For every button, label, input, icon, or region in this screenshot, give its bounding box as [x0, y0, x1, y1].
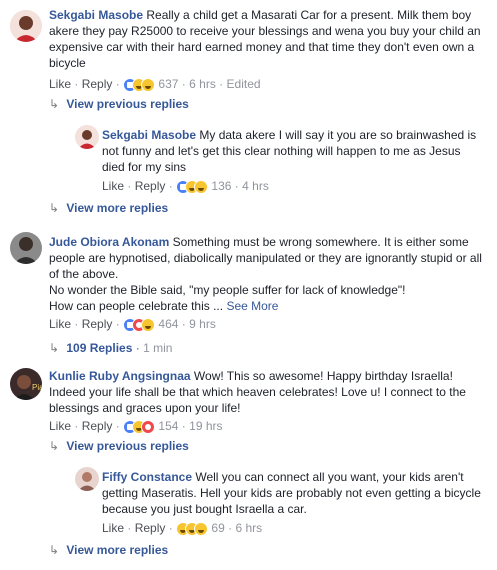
view-previous-replies-link[interactable]: ↳ View previous replies	[49, 438, 189, 454]
comment-body: Kunlie Ruby Angsingnaa Wow! This so awes…	[49, 368, 489, 416]
comment-author[interactable]: Sekgabi Masobe	[102, 128, 196, 142]
reaction-count[interactable]: 154	[158, 419, 178, 433]
comment-actions: Like · Reply · 154 · 19 hrs	[49, 419, 223, 434]
reply-button[interactable]: Reply	[82, 419, 113, 433]
avatar[interactable]	[75, 467, 99, 491]
comment-author[interactable]: Kunlie Ruby Angsingnaa	[49, 369, 191, 383]
avatar-image	[10, 232, 42, 264]
reply-arrow-icon: ↳	[49, 201, 60, 215]
reply-button[interactable]: Reply	[82, 317, 113, 331]
sad-icon	[141, 77, 156, 92]
reactions-summary[interactable]	[123, 77, 156, 92]
edited-label[interactable]: Edited	[227, 77, 261, 91]
comment-author[interactable]: Sekgabi Masobe	[49, 8, 143, 22]
like-button[interactable]: Like	[102, 179, 124, 193]
view-more-replies-link[interactable]: ↳ View more replies	[49, 200, 168, 216]
reactions-summary[interactable]	[176, 179, 209, 194]
comment-actions: Like · Reply · 136 · 4 hrs	[102, 179, 269, 194]
like-button[interactable]: Like	[49, 317, 71, 331]
comment-actions: Like · Reply · 464 · 9 hrs	[49, 317, 216, 332]
love-icon	[141, 419, 156, 434]
comment-body: Jude Obiora Akonam Something must be wro…	[49, 234, 489, 314]
reply-arrow-icon: ↳	[49, 97, 60, 111]
reaction-count[interactable]: 69	[211, 521, 224, 535]
reaction-count[interactable]: 464	[158, 317, 178, 331]
comment-text-line: How can people celebrate this ...	[49, 299, 224, 313]
reaction-count[interactable]: 637	[158, 77, 178, 91]
timestamp[interactable]: 9 hrs	[189, 317, 216, 331]
reply-arrow-icon: ↳	[49, 439, 60, 453]
timestamp[interactable]: 19 hrs	[189, 419, 222, 433]
sad-icon	[194, 521, 209, 536]
avatar[interactable]	[10, 10, 42, 42]
reaction-count[interactable]: 136	[211, 179, 231, 193]
replies-count-link[interactable]: ↳ 109 Replies · 1 min	[49, 340, 172, 356]
avatar-image	[75, 125, 99, 149]
avatar[interactable]	[10, 232, 42, 264]
comment-author[interactable]: Jude Obiora Akonam	[49, 235, 169, 249]
reactions-summary[interactable]	[176, 521, 209, 536]
comment-body: Sekgabi Masobe My data akere I will say …	[102, 127, 482, 175]
avatar-image: Pia	[10, 368, 42, 400]
like-button[interactable]: Like	[49, 77, 71, 91]
like-button[interactable]: Like	[49, 419, 71, 433]
replies-time: 1 min	[143, 341, 173, 355]
like-button[interactable]: Like	[102, 521, 124, 535]
comment-body: Sekgabi Masobe Really a child get a Masa…	[49, 7, 489, 71]
svg-text:Pia: Pia	[32, 383, 42, 392]
avatar-image	[75, 467, 99, 491]
sad-icon	[194, 179, 209, 194]
comment-actions: Like · Reply · 69 · 6 hrs	[102, 521, 263, 536]
reactions-summary[interactable]	[123, 419, 156, 434]
view-previous-replies-link[interactable]: ↳ View previous replies	[49, 96, 189, 112]
avatar-image	[10, 10, 42, 42]
reply-button[interactable]: Reply	[135, 521, 166, 535]
view-more-replies-link[interactable]: ↳ View more replies	[49, 542, 168, 558]
comment-body: Fiffy Constance Well you can connect all…	[102, 469, 482, 517]
timestamp[interactable]: 4 hrs	[242, 179, 269, 193]
reply-arrow-icon: ↳	[49, 543, 60, 557]
reply-arrow-icon: ↳	[49, 341, 60, 355]
avatar[interactable]	[75, 125, 99, 149]
timestamp[interactable]: 6 hrs	[189, 77, 216, 91]
reply-button[interactable]: Reply	[135, 179, 166, 193]
avatar[interactable]: Pia	[10, 368, 42, 400]
comment-text-line: No wonder the Bible said, "my people suf…	[49, 283, 406, 297]
timestamp[interactable]: 6 hrs	[235, 521, 262, 535]
reactions-summary[interactable]	[123, 317, 156, 332]
comment-author[interactable]: Fiffy Constance	[102, 470, 192, 484]
see-more-link[interactable]: See More	[226, 299, 278, 313]
reply-button[interactable]: Reply	[82, 77, 113, 91]
comment-actions: Like · Reply · 637 · 6 hrs · Edited	[49, 77, 261, 92]
haha-icon	[141, 317, 156, 332]
